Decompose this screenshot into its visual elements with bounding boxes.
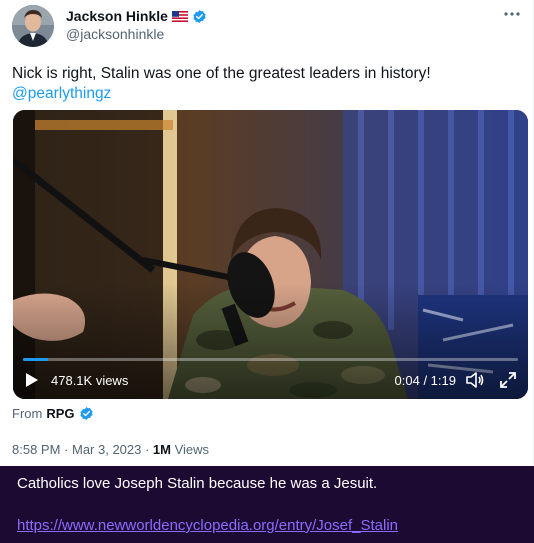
video-source: From RPG bbox=[12, 406, 94, 421]
video-time: 0:04 / 1:19 bbox=[394, 373, 456, 388]
caption-link[interactable]: https://www.newworldencyclopedia.org/ent… bbox=[17, 517, 398, 534]
video-controls: 478.1K views 0:04 / 1:19 bbox=[13, 361, 528, 399]
author-handle[interactable]: @jacksonhinkle bbox=[66, 26, 164, 42]
play-button[interactable] bbox=[25, 372, 39, 388]
tweet-text: Nick is right, Stalin was one of the gre… bbox=[12, 65, 431, 82]
avatar[interactable] bbox=[12, 5, 54, 47]
video-frame bbox=[13, 110, 528, 399]
tweet-time[interactable]: 8:58 PM bbox=[12, 442, 60, 457]
tweet-views-label: Views bbox=[174, 442, 210, 457]
caption-text: Catholics love Joseph Stalin because he … bbox=[17, 475, 378, 492]
verified-badge-icon bbox=[193, 9, 206, 23]
play-icon bbox=[26, 373, 38, 387]
mention-link[interactable]: @pearlythingz bbox=[12, 84, 522, 104]
tweet-body: Nick is right, Stalin was one of the gre… bbox=[12, 64, 522, 104]
fullscreen-icon bbox=[500, 372, 516, 388]
fullscreen-button[interactable] bbox=[500, 372, 516, 388]
avatar-image bbox=[12, 5, 54, 47]
tweet-date[interactable]: Mar 3, 2023 bbox=[72, 442, 141, 457]
video-view-count: 478.1K views bbox=[51, 373, 129, 388]
meta-separator: · bbox=[141, 442, 153, 457]
us-flag-icon bbox=[171, 10, 188, 22]
verified-badge-icon bbox=[79, 406, 93, 421]
source-name[interactable]: RPG bbox=[46, 406, 74, 421]
author-display-name[interactable]: Jackson Hinkle bbox=[66, 8, 168, 24]
volume-icon bbox=[466, 372, 484, 388]
volume-button[interactable] bbox=[466, 372, 484, 388]
more-options-icon bbox=[504, 12, 520, 16]
tweet-views-count: 1M bbox=[152, 442, 171, 457]
source-prefix: From bbox=[12, 406, 43, 421]
caption-panel: Catholics love Joseph Stalin because he … bbox=[0, 466, 534, 543]
video-player[interactable]: 478.1K views 0:04 / 1:19 bbox=[13, 110, 528, 399]
more-options-button[interactable] bbox=[503, 6, 521, 22]
author-name-row: Jackson Hinkle bbox=[66, 7, 207, 25]
meta-separator: · bbox=[60, 442, 72, 457]
tweet-meta: 8:58 PM · Mar 3, 2023 · 1M Views bbox=[12, 442, 209, 457]
tweet-card: Jackson Hinkle @jacksonhinkle Nick is ri… bbox=[0, 0, 534, 466]
